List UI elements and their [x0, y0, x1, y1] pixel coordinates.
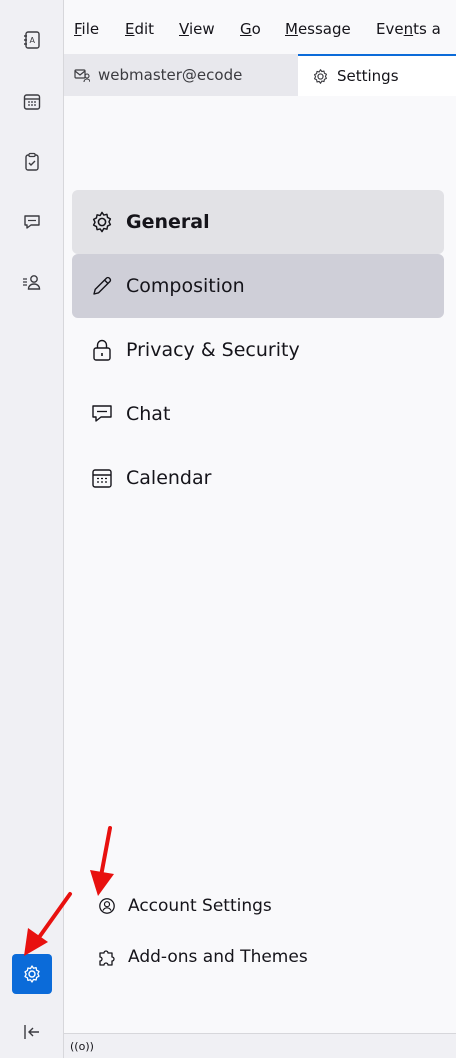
tab-mail[interactable]: webmaster@ecode [64, 54, 296, 96]
puzzle-piece-icon [99, 950, 115, 966]
category-calendar[interactable]: Calendar [72, 446, 444, 510]
addons-label: Add-ons and Themes [128, 947, 308, 967]
calendar-button[interactable] [18, 88, 46, 116]
chat-icon [24, 215, 40, 229]
chat-button[interactable] [18, 208, 46, 236]
contacts-list-icon [23, 275, 41, 290]
gear-icon [313, 68, 328, 84]
collapse-left-icon [24, 1025, 39, 1039]
category-composition[interactable]: Composition [72, 254, 444, 318]
chat-icon [92, 405, 112, 422]
menu-view[interactable]: View [179, 20, 215, 38]
menu-file[interactable]: File [74, 20, 99, 38]
calendar-icon [92, 469, 112, 488]
tab-fade [252, 54, 296, 96]
tab-bar: webmaster@ecode Settings [64, 54, 456, 96]
mail-account-icon [74, 69, 90, 83]
settings-space-button[interactable] [12, 954, 52, 994]
category-label: Chat [126, 403, 171, 425]
menu-bar: File Edit View Go Message Events a [64, 0, 456, 50]
menu-go[interactable]: Go [240, 20, 261, 38]
tasks-button[interactable] [18, 148, 46, 176]
svg-text:A: A [30, 36, 36, 45]
annotation-arrow-account [90, 826, 114, 896]
collapse-toolbar-button[interactable] [18, 1018, 46, 1046]
addons-link[interactable]: Add-ons and Themes [94, 947, 308, 967]
calendar-icon [23, 94, 41, 110]
tab-settings[interactable]: Settings [298, 54, 456, 96]
category-label: Privacy & Security [126, 339, 300, 361]
pencil-icon [93, 276, 112, 295]
menu-events[interactable]: Events a [376, 20, 441, 38]
address-book-icon: A [24, 31, 40, 49]
connection-status-icon: ((o)) [70, 1039, 94, 1053]
category-general[interactable]: General [72, 190, 444, 254]
account-settings-label: Account Settings [128, 896, 272, 916]
tasks-icon [25, 152, 39, 171]
menu-edit[interactable]: Edit [125, 20, 154, 38]
category-chat[interactable]: Chat [72, 382, 444, 446]
annotation-arrow-settings [24, 892, 72, 956]
gear-icon [92, 211, 112, 233]
category-privacy[interactable]: Privacy & Security [72, 318, 444, 382]
menu-message[interactable]: Message [285, 20, 351, 38]
category-label: Calendar [126, 467, 212, 489]
gear-icon [24, 965, 40, 983]
status-bar: ((o)) [64, 1033, 456, 1058]
tab-settings-label: Settings [337, 67, 399, 85]
category-label: General [126, 211, 210, 233]
contacts-button[interactable] [18, 268, 46, 296]
tab-mail-label: webmaster@ecode [98, 66, 243, 84]
address-book-button[interactable]: A [18, 26, 46, 54]
lock-icon [93, 339, 111, 361]
category-label: Composition [126, 275, 245, 297]
